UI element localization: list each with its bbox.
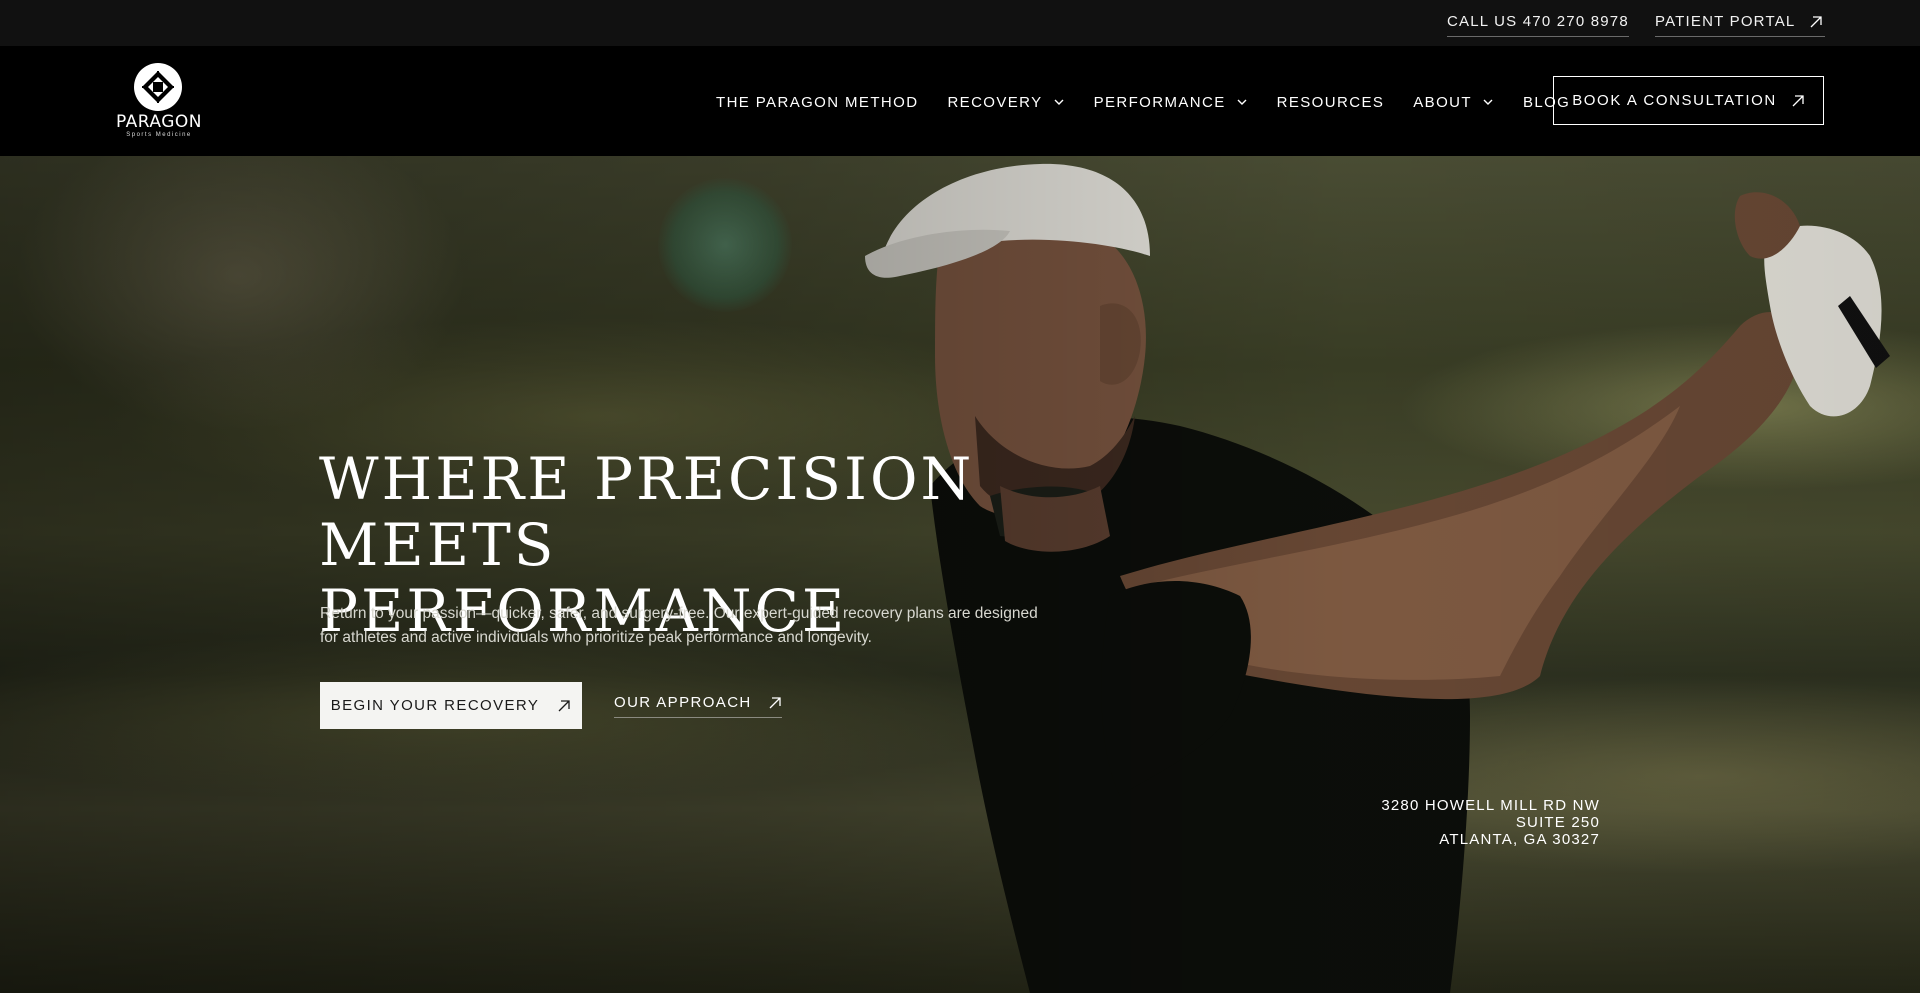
chevron-down-icon: [1482, 96, 1494, 108]
nav-item-recovery[interactable]: RECOVERY: [947, 94, 1064, 111]
main-header: PARAGON Sports Medicine THE PARAGON METH…: [0, 46, 1920, 156]
nav-item-performance[interactable]: PERFORMANCE: [1094, 94, 1248, 111]
arrow-up-right-icon: [1809, 15, 1823, 29]
brand-tagline: Sports Medicine: [126, 132, 192, 138]
our-approach-label: OUR APPROACH: [614, 694, 752, 711]
address-line2: SUITE 250: [1515, 814, 1600, 831]
nav-item-label: ABOUT: [1413, 93, 1472, 111]
hero-section: WHERE PRECISION MEETS PERFORMANCE Return…: [0, 156, 1920, 993]
book-consultation-button[interactable]: BOOK A CONSULTATION: [1553, 76, 1824, 125]
nav-item-paragon-method[interactable]: THE PARAGON METHOD: [716, 94, 918, 111]
top-utility-bar: CALL US 470 270 8978 PATIENT PORTAL: [0, 0, 1920, 46]
patient-portal-label: PATIENT PORTAL: [1655, 13, 1796, 30]
arrow-up-right-icon: [1791, 94, 1805, 108]
nav-item-label: PERFORMANCE: [1093, 93, 1226, 111]
clinic-address: 3280 HOWELL MILL RD NW SUITE 250 ATLANTA…: [1381, 797, 1600, 848]
nav-item-about[interactable]: ABOUT: [1413, 94, 1494, 111]
book-consultation-label: BOOK A CONSULTATION: [1572, 92, 1777, 109]
nav-item-label: RECOVERY: [947, 93, 1043, 111]
logo-mark-icon: [134, 63, 182, 111]
our-approach-link[interactable]: OUR APPROACH: [614, 694, 782, 718]
hero-headline-line1: WHERE PRECISION: [319, 445, 975, 513]
brand-name: PARAGON: [115, 112, 203, 132]
call-us-link[interactable]: CALL US 470 270 8978: [1447, 13, 1629, 37]
chevron-down-icon: [1053, 96, 1065, 108]
paragon-logo[interactable]: PARAGON Sports Medicine: [96, 62, 222, 142]
address-line3: ATLANTA, GA 30327: [1439, 831, 1600, 848]
arrow-up-right-icon: [768, 696, 782, 710]
hero-subtext: Return to your passion—quicker, safer, a…: [320, 605, 1038, 646]
nav-item-label: THE PARAGON METHOD: [716, 93, 919, 111]
arrow-up-right-icon: [557, 699, 571, 713]
begin-recovery-label: BEGIN YOUR RECOVERY: [330, 697, 540, 714]
address-line1: 3280 HOWELL MILL RD NW: [1381, 797, 1600, 814]
begin-recovery-button[interactable]: BEGIN YOUR RECOVERY: [320, 682, 582, 729]
primary-nav: THE PARAGON METHOD RECOVERY PERFORMANCE …: [716, 90, 1570, 114]
chevron-down-icon: [1236, 96, 1248, 108]
patient-portal-link[interactable]: PATIENT PORTAL: [1655, 13, 1826, 37]
nav-item-resources[interactable]: RESOURCES: [1277, 94, 1385, 111]
nav-item-label: RESOURCES: [1276, 93, 1385, 111]
